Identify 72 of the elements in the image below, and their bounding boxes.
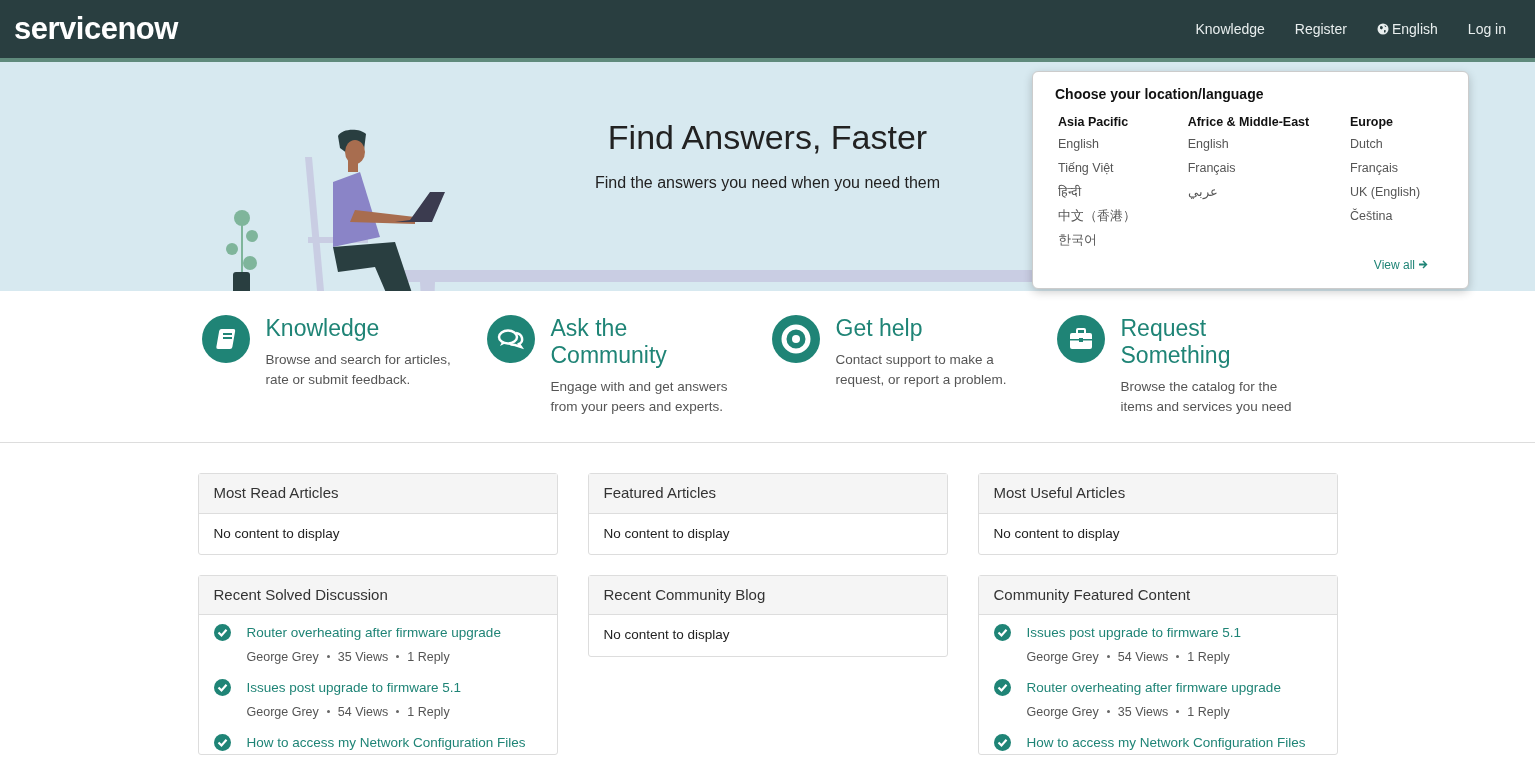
discussion-link[interactable]: How to access my Network Configuration Files bbox=[246, 733, 526, 754]
panel-header: Recent Community Blog bbox=[588, 575, 947, 616]
nav-link[interactable]: Register bbox=[1279, 18, 1362, 40]
language-link[interactable]: عربي bbox=[1187, 179, 1218, 204]
region-heading: Africe & Middle-East bbox=[1187, 114, 1310, 131]
globe-icon bbox=[1376, 23, 1389, 35]
empty-message: No content to display bbox=[602, 626, 731, 645]
feature-description: Engage with and get answers from your peers and experts. bbox=[550, 378, 729, 416]
check-circle-icon bbox=[213, 679, 231, 697]
nav-link[interactable]: Log in bbox=[1452, 18, 1521, 40]
author-name: George Grey bbox=[1026, 648, 1099, 666]
panel-header: Most Useful Articles bbox=[978, 474, 1337, 514]
feature-description: Contact support to make a request, or report a problem. bbox=[835, 351, 1008, 389]
briefcase-icon[interactable] bbox=[1056, 315, 1105, 363]
view-count: 35 Views bbox=[1117, 703, 1169, 721]
logo[interactable]: servicenow bbox=[14, 5, 178, 53]
empty-message: No content to display bbox=[602, 524, 731, 543]
empty-message: No content to display bbox=[212, 524, 341, 543]
region-heading: Asia Pacific bbox=[1058, 114, 1129, 131]
panel-header: Featured Articles bbox=[588, 474, 947, 514]
feature-link[interactable]: Knowledge bbox=[265, 315, 380, 342]
view-count: 54 Views bbox=[337, 703, 389, 721]
language-link[interactable]: Français bbox=[1187, 155, 1236, 180]
popover-title: Choose your location/language bbox=[1055, 85, 1265, 104]
empty-message: No content to display bbox=[992, 524, 1121, 543]
feature-description: Browse and search for articles, rate or submit feedback. bbox=[265, 351, 452, 389]
reply-count: 1 Reply bbox=[407, 703, 450, 721]
language-link[interactable]: 中文（香港） bbox=[1058, 203, 1136, 228]
feature-description: Browse the catalog for the items and services you need bbox=[1120, 378, 1293, 416]
panel-header: Most Read Articles bbox=[198, 474, 557, 514]
nav-link[interactable]: Knowledge bbox=[1180, 18, 1280, 40]
language-link[interactable]: Čeština bbox=[1350, 203, 1393, 228]
language-link[interactable]: English bbox=[1058, 131, 1099, 156]
feature-link[interactable]: Request Something bbox=[1120, 315, 1311, 369]
discussion-link[interactable]: Issues post upgrade to firmware 5.1 bbox=[1026, 623, 1242, 644]
discussion-link[interactable]: Issues post upgrade to firmware 5.1 bbox=[246, 678, 462, 699]
hero-title: Find Answers, Faster bbox=[607, 117, 928, 158]
check-circle-icon bbox=[993, 734, 1011, 752]
check-circle-icon bbox=[993, 679, 1011, 697]
view-count: 54 Views bbox=[1117, 648, 1169, 666]
reply-count: 1 Reply bbox=[407, 648, 450, 666]
reply-count: 1 Reply bbox=[1187, 703, 1230, 721]
lifebuoy-icon[interactable] bbox=[771, 315, 820, 363]
language-link[interactable]: Tiếng Việt bbox=[1058, 155, 1114, 180]
hero-subtitle: Find the answers you need when you need them bbox=[594, 173, 941, 193]
speech-bubbles-icon[interactable] bbox=[486, 315, 535, 363]
language-link[interactable]: Français bbox=[1350, 155, 1398, 180]
author-name: George Grey bbox=[246, 703, 319, 721]
check-circle-icon bbox=[213, 624, 231, 642]
language-link[interactable]: UK (English) bbox=[1350, 179, 1421, 204]
discussion-link[interactable]: How to access my Network Configuration Files bbox=[1026, 733, 1306, 754]
feature-link[interactable]: Get help bbox=[835, 315, 923, 342]
arrow-right-icon bbox=[1419, 260, 1428, 270]
nav-link[interactable]: English bbox=[1361, 18, 1453, 40]
check-circle-icon bbox=[213, 734, 231, 752]
feature-link[interactable]: Ask the Community bbox=[550, 315, 741, 369]
book-icon[interactable] bbox=[201, 315, 250, 363]
author-name: George Grey bbox=[246, 648, 319, 666]
language-link[interactable]: Dutch bbox=[1350, 131, 1383, 156]
discussion-link[interactable]: Router overheating after firmware upgrade bbox=[1026, 678, 1281, 699]
check-circle-icon bbox=[993, 624, 1011, 642]
reply-count: 1 Reply bbox=[1187, 648, 1230, 666]
author-name: George Grey bbox=[1026, 703, 1099, 721]
language-link[interactable]: हिन्दी bbox=[1058, 179, 1081, 204]
language-link[interactable]: English bbox=[1187, 131, 1229, 156]
view-all-link[interactable]: View all bbox=[1373, 255, 1428, 274]
view-count: 35 Views bbox=[337, 648, 389, 666]
panel-header: Recent Solved Discussion bbox=[198, 575, 557, 616]
panel-header: Community Featured Content bbox=[978, 575, 1337, 616]
discussion-link[interactable]: Router overheating after firmware upgrade bbox=[246, 623, 501, 644]
region-heading: Europe bbox=[1350, 114, 1394, 131]
language-link[interactable]: 한국어 bbox=[1058, 227, 1097, 252]
